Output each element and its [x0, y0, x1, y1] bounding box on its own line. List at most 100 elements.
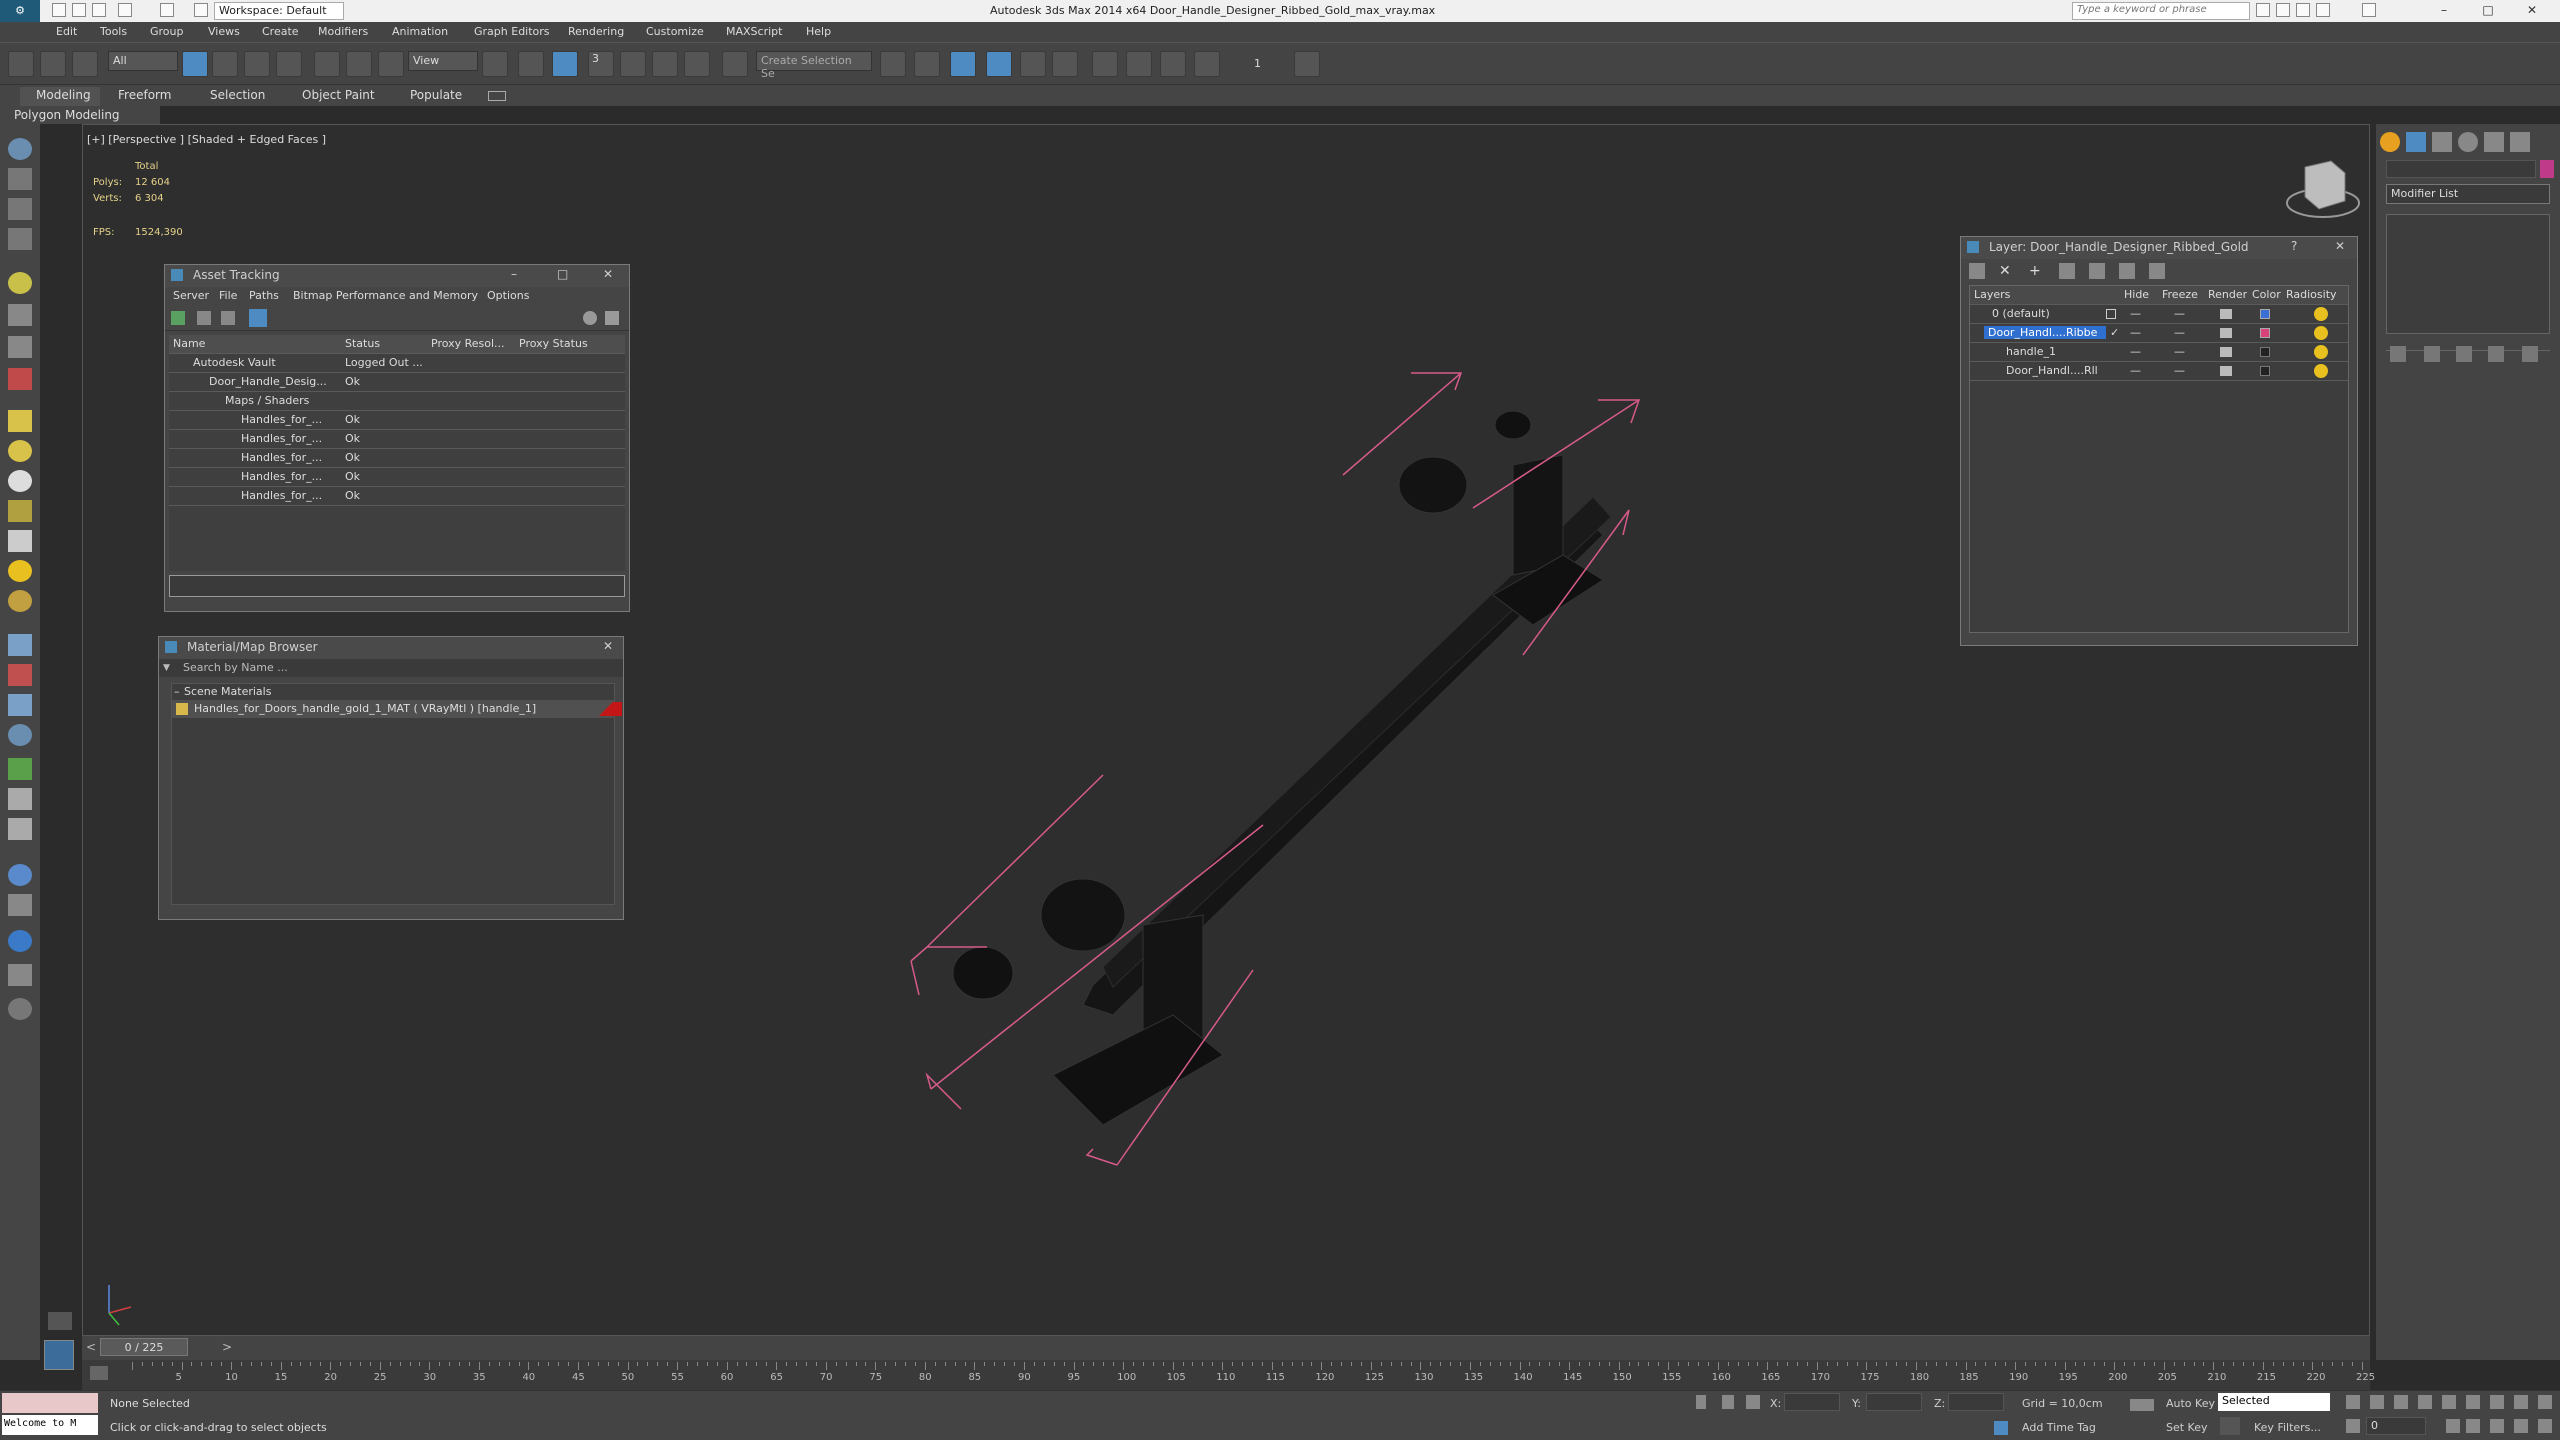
- select-object-icon[interactable]: [182, 51, 208, 77]
- key-mode-toggle-icon[interactable]: [2346, 1419, 2360, 1433]
- help-icon[interactable]: [583, 311, 597, 325]
- time-tag-icon[interactable]: [1994, 1421, 2008, 1435]
- absolute-transform-icon[interactable]: [1746, 1395, 1760, 1409]
- minimize-icon[interactable]: –: [511, 267, 517, 281]
- set-key-mode-icon[interactable]: [2130, 1399, 2154, 1411]
- app-logo-icon[interactable]: ⚙: [0, 0, 40, 22]
- table-row[interactable]: Door_Handle_Desig... Ok: [169, 373, 625, 392]
- table-row[interactable]: Handles_for_... Ok: [169, 449, 625, 468]
- menu-animation[interactable]: Animation: [392, 25, 448, 38]
- selection-lock-icon[interactable]: [1722, 1395, 1734, 1409]
- pivot-center-icon[interactable]: [482, 51, 508, 77]
- teapot-render-icon[interactable]: [2220, 328, 2232, 338]
- isolate-selection-icon[interactable]: [1696, 1395, 1706, 1409]
- subscription-icon[interactable]: [2276, 3, 2290, 17]
- zoom-extents-all-icon[interactable]: [2538, 1395, 2552, 1409]
- menu-group[interactable]: Group: [150, 25, 184, 38]
- scene-materials-header[interactable]: – Scene Materials: [172, 684, 614, 700]
- key-filters-button[interactable]: Key Filters...: [2254, 1421, 2321, 1434]
- tab-object-paint[interactable]: Object Paint: [302, 88, 375, 102]
- col-radiosity[interactable]: Radiosity: [2286, 288, 2337, 301]
- binoculars-icon[interactable]: [2256, 3, 2270, 17]
- selection-filter-dropdown[interactable]: All: [108, 51, 178, 71]
- light-lister-icon[interactable]: [8, 272, 32, 294]
- layer-explorer-icon[interactable]: [8, 198, 32, 220]
- close-icon[interactable]: ✕: [603, 639, 613, 653]
- snap-toggle-icon[interactable]: 3: [588, 51, 614, 77]
- x-coordinate-field[interactable]: [1784, 1393, 1840, 1411]
- teapot-render-icon[interactable]: [2220, 309, 2232, 319]
- viewcube[interactable]: [2286, 160, 2360, 218]
- col-color[interactable]: Color: [2252, 288, 2281, 301]
- col-hide[interactable]: Hide: [2124, 288, 2149, 301]
- cylinder-primitive-icon[interactable]: [8, 500, 32, 522]
- modifier-stack-icon[interactable]: [8, 664, 32, 686]
- box-primitive-icon[interactable]: [8, 410, 32, 432]
- percent-snap-icon[interactable]: [652, 51, 678, 77]
- reference-coordinate-dropdown[interactable]: View: [408, 51, 478, 71]
- move-icon[interactable]: [314, 51, 340, 77]
- spinner-snap-icon[interactable]: [684, 51, 710, 77]
- rendered-frame-window-icon[interactable]: [1160, 51, 1186, 77]
- motion-icon[interactable]: [8, 964, 32, 986]
- col-freeze[interactable]: Freeze: [2162, 288, 2198, 301]
- hide-all-layers-icon[interactable]: [2119, 263, 2135, 279]
- modifier-stack[interactable]: [2386, 214, 2550, 334]
- ribbon-toggle-icon[interactable]: [488, 91, 506, 101]
- freeze-all-layers-icon[interactable]: [2149, 263, 2165, 279]
- handle-end-cap-top[interactable]: [1494, 410, 1532, 440]
- table-row[interactable]: Autodesk Vault Logged Out ...: [169, 354, 625, 373]
- utilities-tab-icon[interactable]: [2510, 132, 2530, 152]
- z-coordinate-field[interactable]: [1948, 1393, 2004, 1411]
- save-file-icon[interactable]: [92, 3, 106, 17]
- mini-curve-editor-icon[interactable]: [44, 1340, 74, 1370]
- globe-icon[interactable]: [8, 724, 32, 746]
- grid-helper-icon[interactable]: [8, 634, 32, 656]
- hide-toggle[interactable]: —: [2130, 345, 2141, 358]
- freeze-toggle[interactable]: —: [2174, 364, 2185, 377]
- menu-server[interactable]: Server: [173, 289, 209, 302]
- menu-maxscript[interactable]: MAXScript: [726, 25, 782, 38]
- particle-icon[interactable]: [8, 368, 32, 390]
- show-end-result-icon[interactable]: [2424, 346, 2440, 362]
- undo-icon[interactable]: [118, 3, 132, 17]
- maximize-icon[interactable]: □: [557, 267, 568, 281]
- curve-editor-icon[interactable]: [1020, 51, 1046, 77]
- go-to-end-icon[interactable]: [2442, 1395, 2456, 1409]
- hide-toggle[interactable]: —: [2130, 364, 2141, 377]
- keyboard-shortcut-override-icon[interactable]: [552, 51, 578, 77]
- angle-snap-icon[interactable]: [620, 51, 646, 77]
- maximize-viewport-icon[interactable]: [2538, 1419, 2552, 1433]
- asset-tracking-titlebar[interactable]: Asset Tracking – □ ✕: [165, 265, 629, 287]
- material-search-bar[interactable]: ▼ Search by Name ...: [159, 659, 623, 677]
- refresh-icon[interactable]: [171, 311, 185, 325]
- standoff-post-top[interactable]: [1512, 454, 1564, 576]
- minimize-icon[interactable]: –: [2432, 3, 2456, 19]
- radiosity-sun-icon[interactable]: [2314, 307, 2328, 321]
- configure-sets-icon[interactable]: [2522, 346, 2538, 362]
- layer-manager-icon[interactable]: [950, 51, 976, 77]
- layer-row[interactable]: Door_Handl....Rll — —: [1970, 362, 2348, 381]
- next-frame-icon[interactable]: [2418, 1395, 2432, 1409]
- menu-paths[interactable]: Paths: [249, 289, 279, 302]
- pin-stack-icon[interactable]: [2390, 346, 2406, 362]
- camera-icon[interactable]: [8, 336, 32, 358]
- named-selection-sets-dropdown[interactable]: Create Selection Se: [756, 51, 872, 80]
- current-frame-field[interactable]: 0: [2366, 1417, 2426, 1435]
- expand-timeline-icon[interactable]: [48, 1312, 72, 1330]
- menu-help[interactable]: Help: [806, 25, 831, 38]
- scene-explorer-icon[interactable]: [8, 168, 32, 190]
- material-editor-icon[interactable]: [1092, 51, 1118, 77]
- viewport-label[interactable]: [+] [Perspective ] [Shaded + Edged Faces…: [87, 133, 326, 146]
- current-layer-checkbox[interactable]: [2106, 309, 2116, 319]
- make-unique-icon[interactable]: [2456, 346, 2472, 362]
- window-crossing-icon[interactable]: [276, 51, 302, 77]
- torus-primitive-icon[interactable]: [8, 590, 32, 612]
- prev-frame-icon[interactable]: <: [86, 1340, 96, 1354]
- mirror-icon[interactable]: [880, 51, 906, 77]
- col-status[interactable]: Status: [345, 337, 380, 350]
- menu-edit[interactable]: Edit: [56, 25, 77, 38]
- layer-color-swatch[interactable]: [2260, 366, 2270, 376]
- field-of-view-icon[interactable]: [2466, 1419, 2480, 1433]
- freeze-toggle[interactable]: —: [2174, 307, 2185, 320]
